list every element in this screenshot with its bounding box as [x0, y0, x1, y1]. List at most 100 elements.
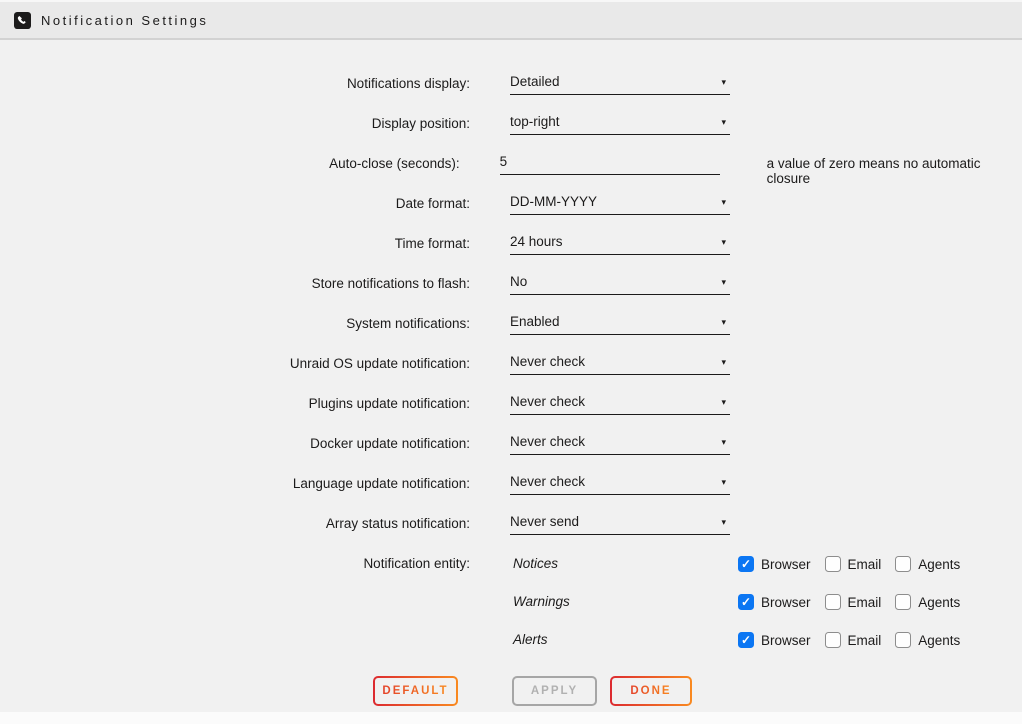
field-label: Display position:	[0, 108, 470, 148]
notification-settings-form: Notifications display: Detailed ▾ Displa…	[0, 40, 1022, 706]
form-row: Store notifications to flash: No ▾	[0, 268, 1022, 308]
time-format-select[interactable]: 24 hours ▾	[510, 228, 730, 255]
check-icon: ✓	[741, 558, 751, 570]
entity-name-warnings: Warnings	[510, 586, 738, 624]
checkbox-icon: ✓	[895, 556, 911, 572]
field-label: Store notifications to flash:	[0, 268, 470, 308]
alerts-email-checkbox[interactable]: ✓ Email	[825, 624, 882, 651]
page-header: Notification Settings	[0, 0, 1022, 40]
chevron-down-icon: ▾	[721, 234, 726, 248]
warnings-email-checkbox[interactable]: ✓ Email	[825, 586, 882, 613]
warnings-browser-checkbox[interactable]: ✓ Browser	[738, 586, 811, 613]
default-button[interactable]: DEFAULT	[373, 676, 458, 706]
array-status-select[interactable]: Never send ▾	[510, 508, 730, 535]
page-title: Notification Settings	[41, 13, 208, 28]
checkbox-label: Agents	[918, 595, 960, 610]
select-value: Never check	[510, 474, 585, 489]
field-label: Auto-close (seconds):	[0, 148, 460, 188]
form-row: Auto-close (seconds): a value of zero me…	[0, 148, 1022, 188]
field-label: Date format:	[0, 188, 470, 228]
chevron-down-icon: ▾	[721, 74, 726, 88]
select-value: Never check	[510, 434, 585, 449]
date-format-select[interactable]: DD-MM-YYYY ▾	[510, 188, 730, 215]
checkbox-icon: ✓	[825, 556, 841, 572]
notices-agents-checkbox[interactable]: ✓ Agents	[895, 548, 960, 575]
unraid-os-update-select[interactable]: Never check ▾	[510, 348, 730, 375]
field-label: Language update notification:	[0, 468, 470, 508]
system-notifications-select[interactable]: Enabled ▾	[510, 308, 730, 335]
phone-square-icon	[14, 12, 31, 29]
entity-row-alerts: Alerts ✓ Browser ✓ Email ✓ Agents	[0, 624, 1022, 662]
auto-close-input[interactable]	[500, 148, 720, 175]
entity-row-notices: Notification entity: Notices ✓ Browser ✓…	[0, 548, 1022, 586]
form-row: Display position: top-right ▾	[0, 108, 1022, 148]
form-row: Unraid OS update notification: Never che…	[0, 348, 1022, 388]
form-row: Language update notification: Never chec…	[0, 468, 1022, 508]
form-row: Date format: DD-MM-YYYY ▾	[0, 188, 1022, 228]
form-row: Notifications display: Detailed ▾	[0, 68, 1022, 108]
field-label: System notifications:	[0, 308, 470, 348]
field-label: Docker update notification:	[0, 428, 470, 468]
select-value: Never check	[510, 354, 585, 369]
checkbox-icon: ✓	[738, 632, 754, 648]
chevron-down-icon: ▾	[721, 354, 726, 368]
button-bar: DEFAULT APPLY DONE	[0, 676, 1022, 706]
form-row: Docker update notification: Never check …	[0, 428, 1022, 468]
alerts-agents-checkbox[interactable]: ✓ Agents	[895, 624, 960, 651]
chevron-down-icon: ▾	[721, 314, 726, 328]
entity-row-warnings: Warnings ✓ Browser ✓ Email ✓ Agents	[0, 586, 1022, 624]
docker-update-select[interactable]: Never check ▾	[510, 428, 730, 455]
field-help-text: a value of zero means no automatic closu…	[767, 148, 1022, 188]
entity-name-notices: Notices	[510, 548, 738, 586]
warnings-agents-checkbox[interactable]: ✓ Agents	[895, 586, 960, 613]
checkbox-label: Email	[848, 557, 882, 572]
select-value: DD-MM-YYYY	[510, 194, 597, 209]
checkbox-icon: ✓	[738, 556, 754, 572]
field-label: Notification entity:	[0, 548, 470, 586]
select-value: No	[510, 274, 527, 289]
notices-browser-checkbox[interactable]: ✓ Browser	[738, 548, 811, 575]
entity-name-alerts: Alerts	[510, 624, 738, 662]
checkbox-label: Browser	[761, 595, 811, 610]
notifications-display-select[interactable]: Detailed ▾	[510, 68, 730, 95]
form-row: Array status notification: Never send ▾	[0, 508, 1022, 548]
checkbox-icon: ✓	[825, 594, 841, 610]
field-label: Array status notification:	[0, 508, 470, 548]
form-row: Plugins update notification: Never check…	[0, 388, 1022, 428]
checkbox-icon: ✓	[738, 594, 754, 610]
checkbox-label: Agents	[918, 557, 960, 572]
display-position-select[interactable]: top-right ▾	[510, 108, 730, 135]
page-footer-strip	[0, 712, 1022, 724]
apply-button[interactable]: APPLY	[512, 676, 597, 706]
check-icon: ✓	[741, 634, 751, 646]
field-label: Unraid OS update notification:	[0, 348, 470, 388]
select-value: Enabled	[510, 314, 560, 329]
check-icon: ✓	[741, 596, 751, 608]
checkbox-label: Email	[848, 595, 882, 610]
notices-email-checkbox[interactable]: ✓ Email	[825, 548, 882, 575]
checkbox-label: Agents	[918, 633, 960, 648]
chevron-down-icon: ▾	[721, 274, 726, 288]
plugins-update-select[interactable]: Never check ▾	[510, 388, 730, 415]
checkbox-label: Browser	[761, 633, 811, 648]
field-label: Plugins update notification:	[0, 388, 470, 428]
alerts-browser-checkbox[interactable]: ✓ Browser	[738, 624, 811, 651]
done-button[interactable]: DONE	[610, 676, 692, 706]
checkbox-label: Email	[848, 633, 882, 648]
select-value: Never check	[510, 394, 585, 409]
form-row: Time format: 24 hours ▾	[0, 228, 1022, 268]
checkbox-icon: ✓	[825, 632, 841, 648]
select-value: Detailed	[510, 74, 560, 89]
select-value: top-right	[510, 114, 560, 129]
chevron-down-icon: ▾	[721, 394, 726, 408]
select-value: Never send	[510, 514, 579, 529]
checkbox-label: Browser	[761, 557, 811, 572]
form-row: System notifications: Enabled ▾	[0, 308, 1022, 348]
language-update-select[interactable]: Never check ▾	[510, 468, 730, 495]
store-to-flash-select[interactable]: No ▾	[510, 268, 730, 295]
chevron-down-icon: ▾	[721, 514, 726, 528]
chevron-down-icon: ▾	[721, 434, 726, 448]
chevron-down-icon: ▾	[721, 114, 726, 128]
checkbox-icon: ✓	[895, 594, 911, 610]
chevron-down-icon: ▾	[721, 194, 726, 208]
